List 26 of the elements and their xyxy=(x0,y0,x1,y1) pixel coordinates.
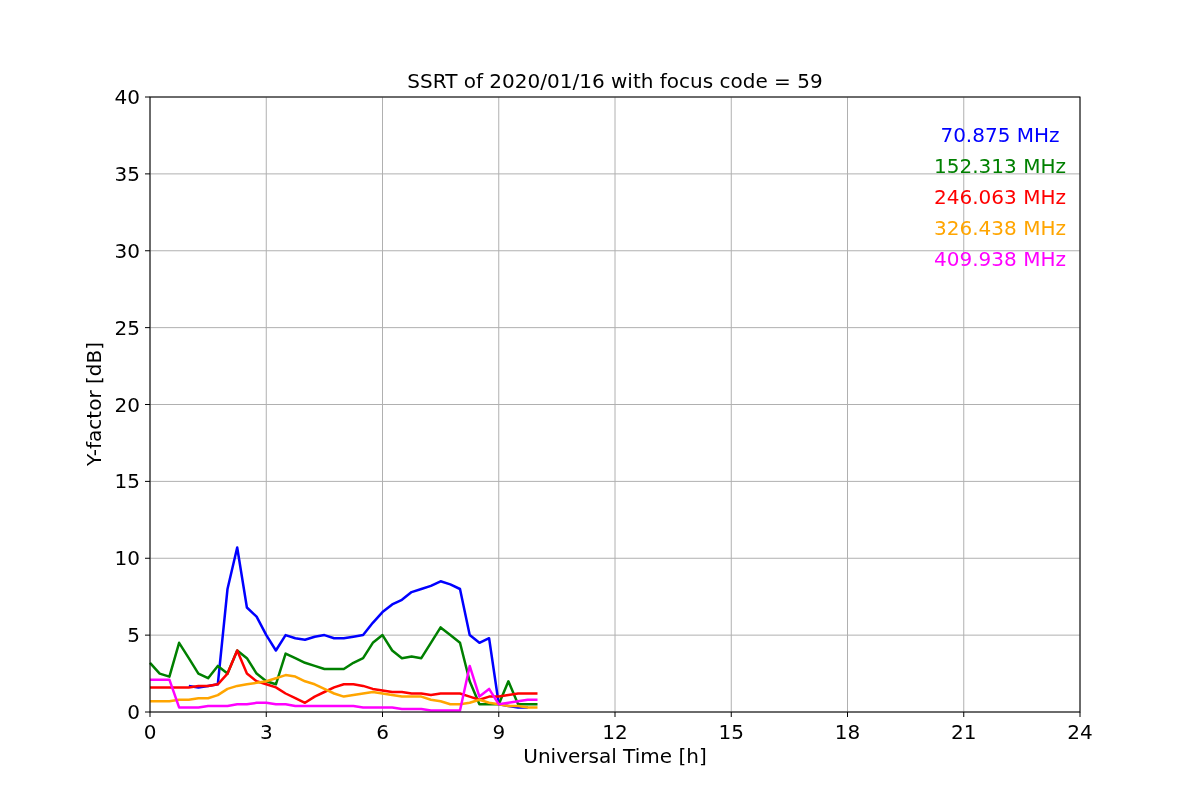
x-tick-label: 24 xyxy=(1067,720,1093,744)
legend-label: 246.063 MHz xyxy=(934,185,1066,209)
chart-title: SSRT of 2020/01/16 with focus code = 59 xyxy=(407,69,823,93)
x-tick-label: 21 xyxy=(951,720,977,744)
y-tick-label: 25 xyxy=(114,315,140,340)
legend-label: 152.313 MHz xyxy=(934,154,1066,178)
legend-label: 409.938 MHz xyxy=(934,247,1066,271)
y-tick-label: 20 xyxy=(114,392,140,417)
y-tick-label: 15 xyxy=(114,469,140,494)
x-tick-label: 0 xyxy=(143,720,157,744)
x-axis-label: Universal Time [h] xyxy=(523,744,707,768)
x-tick-label: 6 xyxy=(376,720,389,744)
y-axis-label: Y-factor [dB] xyxy=(82,342,106,466)
x-tick-label: 12 xyxy=(602,720,628,744)
y-tick-label: 0 xyxy=(127,700,140,724)
legend-label: 326.438 MHz xyxy=(934,216,1066,240)
y-tick-label: 5 xyxy=(127,623,140,648)
x-tick-label: 15 xyxy=(718,720,744,744)
y-tick-label: 35 xyxy=(114,161,140,186)
y-tick-label: 40 xyxy=(114,85,140,109)
x-tick-label: 9 xyxy=(492,720,506,744)
y-tick-label: 30 xyxy=(114,238,140,263)
y-tick-label: 10 xyxy=(114,546,140,571)
x-tick-label: 18 xyxy=(834,720,861,744)
x-tick-label: 3 xyxy=(259,720,273,744)
legend-label: 70.875 MHz xyxy=(940,123,1060,147)
